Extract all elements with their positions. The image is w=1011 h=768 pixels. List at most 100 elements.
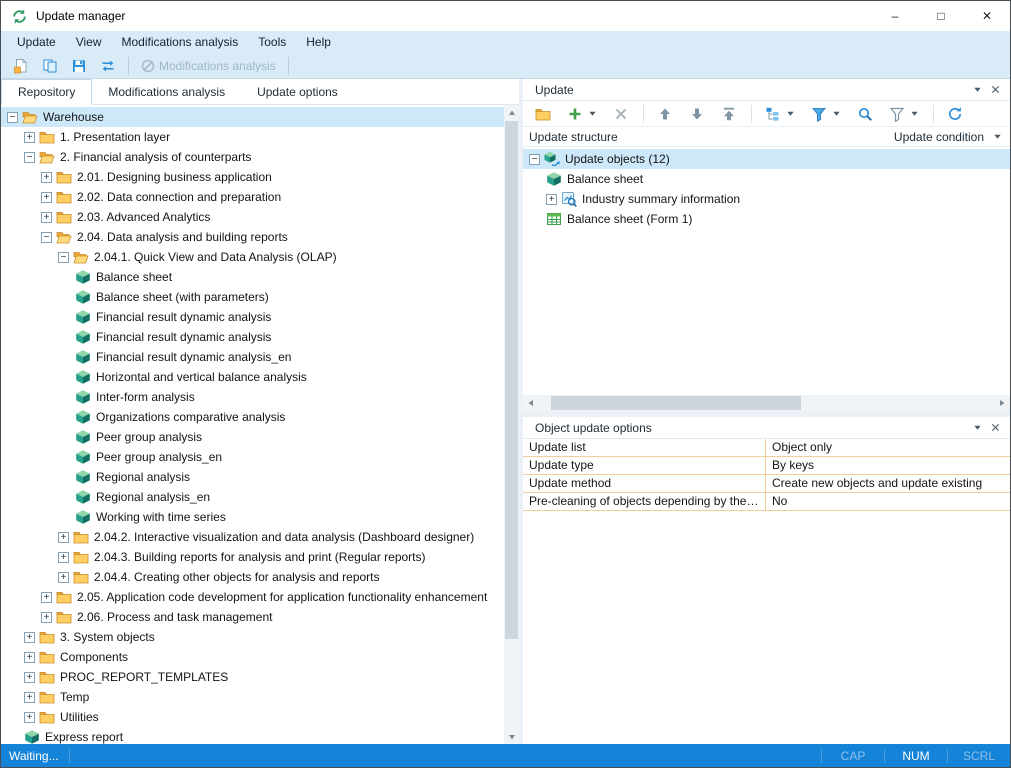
tree-item-financial-result-dynamic-analysis[interactable]: Financial result dynamic analysis bbox=[1, 307, 504, 327]
tree-item-peer-group-analysis-en[interactable]: Peer group analysis_en bbox=[1, 447, 504, 467]
tab-repository[interactable]: Repository bbox=[1, 79, 92, 105]
create-update-button[interactable] bbox=[9, 55, 33, 77]
dropdown-caret-icon[interactable] bbox=[588, 109, 597, 118]
tree-item-balance-sheet-form-1[interactable]: Balance sheet (Form 1) bbox=[523, 209, 1010, 229]
tree-item-temp[interactable]: +Temp bbox=[1, 687, 504, 707]
sync-button[interactable] bbox=[96, 55, 120, 77]
collapse-icon[interactable]: − bbox=[7, 112, 18, 123]
tree-item-working-with-time-series[interactable]: Working with time series bbox=[1, 507, 504, 527]
tree-item-peer-group-analysis[interactable]: Peer group analysis bbox=[1, 427, 504, 447]
update-condition-caret-icon[interactable] bbox=[988, 128, 1006, 146]
tree-item-2-01-designing-business-application[interactable]: +2.01. Designing business application bbox=[1, 167, 504, 187]
collapse-icon[interactable]: − bbox=[41, 232, 52, 243]
expand-icon[interactable]: + bbox=[41, 612, 52, 623]
dropdown-caret-icon[interactable] bbox=[832, 109, 841, 118]
expand-icon[interactable]: + bbox=[24, 132, 35, 143]
menu-help[interactable]: Help bbox=[296, 31, 341, 53]
tree-item-2-03-advanced-analytics[interactable]: +2.03. Advanced Analytics bbox=[1, 207, 504, 227]
group-view-button[interactable] bbox=[761, 103, 799, 125]
expand-icon[interactable]: + bbox=[24, 712, 35, 723]
tree-item-1-presentation-layer[interactable]: +1. Presentation layer bbox=[1, 127, 504, 147]
scroll-down-icon[interactable] bbox=[504, 729, 519, 744]
expand-icon[interactable]: + bbox=[41, 592, 52, 603]
tree-item-2-06-process-and-task-management[interactable]: +2.06. Process and task management bbox=[1, 607, 504, 627]
search-button[interactable] bbox=[853, 103, 877, 125]
menu-modifications-analysis[interactable]: Modifications analysis bbox=[112, 31, 249, 53]
filter-button[interactable] bbox=[807, 103, 845, 125]
move-to-top-button[interactable] bbox=[717, 103, 741, 125]
pane-close-icon[interactable] bbox=[986, 419, 1004, 437]
menu-tools[interactable]: Tools bbox=[248, 31, 296, 53]
tree-item-regional-analysis[interactable]: Regional analysis bbox=[1, 467, 504, 487]
update-condition-header[interactable]: Update condition bbox=[894, 130, 984, 144]
collapse-icon[interactable]: − bbox=[24, 152, 35, 163]
expand-icon[interactable]: + bbox=[24, 672, 35, 683]
tree-item-2-04-4-creating-other-objects-for-analysis[interactable]: +2.04.4. Creating other objects for anal… bbox=[1, 567, 504, 587]
minimize-button[interactable]: – bbox=[872, 1, 918, 31]
pane-close-icon[interactable] bbox=[986, 81, 1004, 99]
menu-view[interactable]: View bbox=[66, 31, 112, 53]
collapse-icon[interactable]: − bbox=[58, 252, 69, 263]
property-row-update-type[interactable]: Update typeBy keys bbox=[523, 457, 1010, 475]
scroll-left-icon[interactable] bbox=[523, 395, 539, 411]
filter-condition-button[interactable] bbox=[885, 103, 923, 125]
scrollbar-thumb[interactable] bbox=[505, 121, 518, 639]
pane-menu-caret-icon[interactable] bbox=[968, 419, 986, 437]
expand-icon[interactable]: + bbox=[41, 212, 52, 223]
tree-item-2-05-application-code-development-for-appl[interactable]: +2.05. Application code development for … bbox=[1, 587, 504, 607]
save-button[interactable] bbox=[67, 55, 91, 77]
tree-item-2-04-2-interactive-visualization-and-data-[interactable]: +2.04.2. Interactive visualization and d… bbox=[1, 527, 504, 547]
property-row-update-list[interactable]: Update listObject only bbox=[523, 439, 1010, 457]
move-up-button[interactable] bbox=[653, 103, 677, 125]
dropdown-caret-icon[interactable] bbox=[910, 109, 919, 118]
refresh-button[interactable] bbox=[943, 103, 967, 125]
scrollbar-track[interactable] bbox=[504, 120, 519, 729]
expand-icon[interactable]: + bbox=[24, 632, 35, 643]
property-value[interactable]: No bbox=[766, 493, 1010, 510]
expand-icon[interactable]: + bbox=[58, 552, 69, 563]
expand-icon[interactable]: + bbox=[41, 192, 52, 203]
expand-icon[interactable]: + bbox=[24, 652, 35, 663]
expand-icon[interactable]: + bbox=[41, 172, 52, 183]
tree-item-2-04-data-analysis-and-building-reports[interactable]: −2.04. Data analysis and building report… bbox=[1, 227, 504, 247]
tree-item-warehouse[interactable]: −Warehouse bbox=[1, 107, 504, 127]
tree-item-balance-sheet[interactable]: Balance sheet bbox=[1, 267, 504, 287]
tree-item-proc-report-templates[interactable]: +PROC_REPORT_TEMPLATES bbox=[1, 667, 504, 687]
tab-update-options[interactable]: Update options bbox=[241, 79, 354, 104]
scrollbar-track[interactable] bbox=[539, 395, 994, 411]
close-button[interactable]: ✕ bbox=[964, 1, 1010, 31]
tree-item-horizontal-and-vertical-balance-analysis[interactable]: Horizontal and vertical balance analysis bbox=[1, 367, 504, 387]
tree-item-financial-result-dynamic-analysis-en[interactable]: Financial result dynamic analysis_en bbox=[1, 347, 504, 367]
tree-item-express-report[interactable]: Express report bbox=[1, 727, 504, 744]
tree-item-2-04-3-building-reports-for-analysis-and-p[interactable]: +2.04.3. Building reports for analysis a… bbox=[1, 547, 504, 567]
remove-object-button[interactable] bbox=[609, 103, 633, 125]
folder-button[interactable] bbox=[531, 103, 555, 125]
dropdown-caret-icon[interactable] bbox=[786, 109, 795, 118]
vertical-scrollbar[interactable] bbox=[504, 105, 519, 744]
expand-icon[interactable]: + bbox=[58, 532, 69, 543]
property-row-update-method[interactable]: Update methodCreate new objects and upda… bbox=[523, 475, 1010, 493]
tree-item-3-system-objects[interactable]: +3. System objects bbox=[1, 627, 504, 647]
horizontal-scrollbar[interactable] bbox=[523, 395, 1010, 411]
property-value[interactable]: By keys bbox=[766, 457, 1010, 474]
tree-item-2-04-1-quick-view-and-data-analysis-olap[interactable]: −2.04.1. Quick View and Data Analysis (O… bbox=[1, 247, 504, 267]
menu-update[interactable]: Update bbox=[7, 31, 66, 53]
expand-icon[interactable]: + bbox=[58, 572, 69, 583]
scroll-right-icon[interactable] bbox=[994, 395, 1010, 411]
tree-item-update-objects-12[interactable]: −Update objects (12) bbox=[523, 149, 1010, 169]
property-row-pre-cleaning-of-objects-depending-by-the-c[interactable]: Pre-cleaning of objects depending by the… bbox=[523, 493, 1010, 511]
tree-item-components[interactable]: +Components bbox=[1, 647, 504, 667]
tab-modifications-analysis[interactable]: Modifications analysis bbox=[92, 79, 241, 104]
tree-item-industry-summary-information[interactable]: +Industry summary information bbox=[523, 189, 1010, 209]
tree-item-2-financial-analysis-of-counterparts[interactable]: −2. Financial analysis of counterparts bbox=[1, 147, 504, 167]
tree-item-2-02-data-connection-and-preparation[interactable]: +2.02. Data connection and preparation bbox=[1, 187, 504, 207]
tree-item-utilities[interactable]: +Utilities bbox=[1, 707, 504, 727]
tree-item-regional-analysis-en[interactable]: Regional analysis_en bbox=[1, 487, 504, 507]
maximize-button[interactable]: □ bbox=[918, 1, 964, 31]
collapse-icon[interactable]: − bbox=[529, 154, 540, 165]
tree-item-balance-sheet[interactable]: Balance sheet bbox=[523, 169, 1010, 189]
property-value[interactable]: Object only bbox=[766, 439, 1010, 456]
move-down-button[interactable] bbox=[685, 103, 709, 125]
tree-item-inter-form-analysis[interactable]: Inter-form analysis bbox=[1, 387, 504, 407]
tree-item-balance-sheet-with-parameters[interactable]: Balance sheet (with parameters) bbox=[1, 287, 504, 307]
